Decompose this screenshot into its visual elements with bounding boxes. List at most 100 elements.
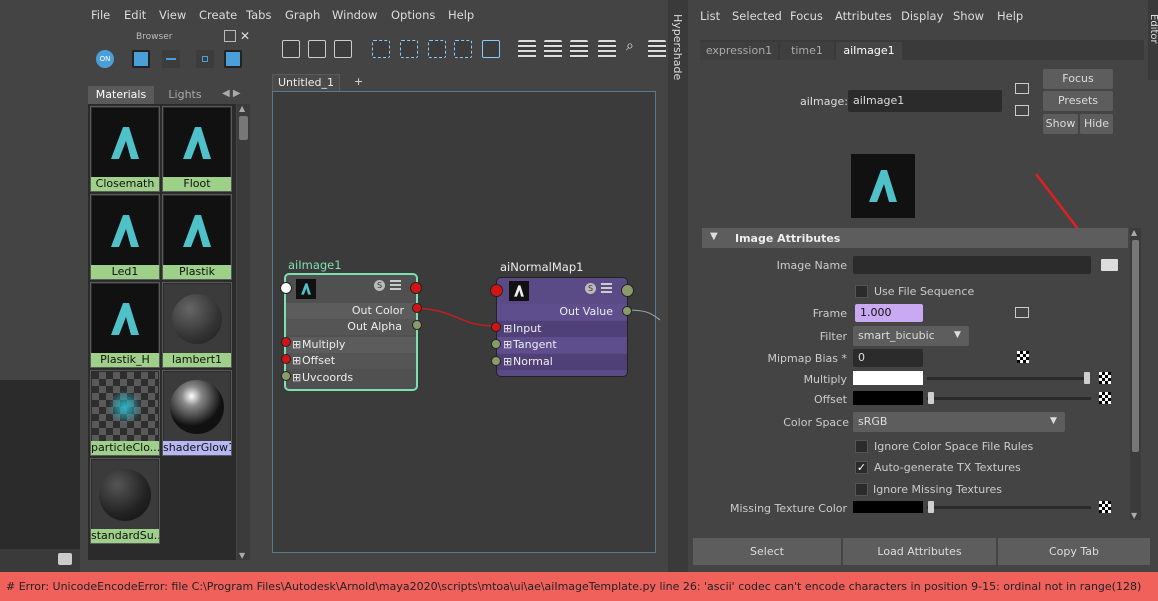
map-button-icon[interactable] — [1099, 501, 1111, 513]
tab-expression1[interactable]: expression1 — [700, 42, 778, 60]
focus-input-icon[interactable] — [1015, 83, 1029, 94]
menu-window[interactable]: Window — [332, 8, 377, 22]
ailmage-output-port[interactable] — [410, 282, 422, 294]
ae-menu-focus[interactable]: Focus — [790, 9, 823, 23]
add-tab-button[interactable]: + — [354, 75, 363, 88]
solo-badge-icon[interactable]: S — [374, 280, 385, 291]
out-value-port[interactable] — [622, 306, 632, 316]
input-connections-icon[interactable] — [482, 40, 500, 58]
menu-create[interactable]: Create — [199, 8, 237, 22]
tab-ailmage1[interactable]: aiImage1 — [836, 42, 902, 60]
swatch-particlecloud[interactable]: particleClo... — [90, 370, 160, 456]
search-icon[interactable]: ⌕ — [626, 38, 634, 54]
missing-texture-slider-handle[interactable] — [928, 501, 934, 513]
menu-options[interactable]: Options — [391, 8, 435, 22]
offset-slider-handle[interactable] — [928, 392, 934, 404]
copy-tab-button[interactable]: Copy Tab — [998, 538, 1150, 565]
uvcoords-port[interactable] — [281, 371, 291, 381]
frame-keyframe-icon[interactable] — [1015, 307, 1029, 318]
solo-badge-icon[interactable]: S — [585, 283, 596, 294]
presets-button[interactable]: Presets — [1043, 91, 1113, 111]
normalmap-output-port[interactable] — [621, 284, 634, 297]
browser-scrollbar[interactable]: ▲ ▼ — [237, 104, 250, 560]
map-button-icon[interactable] — [1099, 392, 1111, 404]
map-button-icon[interactable] — [1017, 351, 1029, 363]
missing-texture-slider[interactable] — [927, 506, 1091, 509]
focus-button[interactable]: Focus — [1043, 69, 1113, 89]
tab-materials[interactable]: Materials — [88, 86, 154, 104]
node-mode-icon[interactable] — [601, 283, 612, 294]
multiply-color-swatch[interactable] — [853, 371, 923, 385]
ae-menu-show[interactable]: Show — [953, 9, 984, 23]
swatch-shaderglow1[interactable]: shaderGlow1 — [162, 370, 232, 456]
tab-untitled-1[interactable]: Untitled_1 — [272, 74, 340, 92]
image-attributes-header[interactable]: ▼ Image Attributes — [702, 228, 1128, 248]
simple-mode-icon[interactable] — [518, 40, 536, 58]
swatch-plastik-h[interactable]: Plastik_H — [90, 282, 160, 368]
missing-texture-color-swatch[interactable] — [853, 501, 923, 513]
filter-dropdown[interactable]: smart_bicubic — [853, 326, 969, 346]
graph-btn-icon[interactable] — [282, 40, 300, 58]
offset-slider[interactable] — [927, 397, 1091, 400]
ailmage-node[interactable]: S Out Color Out Alpha ⊞ Multiply ⊞ Offset … — [284, 273, 418, 391]
ae-menu-selected[interactable]: Selected — [732, 9, 782, 23]
normalmap-input-port[interactable] — [490, 284, 503, 297]
full-mode-icon[interactable] — [570, 40, 588, 58]
image-name-field[interactable] — [853, 256, 1091, 274]
frame-field[interactable]: 1.000 — [855, 304, 923, 322]
folder-icon[interactable] — [1101, 259, 1118, 271]
graph-layout-icon[interactable] — [428, 40, 446, 58]
select-button[interactable]: Select — [693, 538, 841, 565]
ae-menu-list[interactable]: List — [700, 9, 720, 23]
autogen-tx-checkbox[interactable]: ✓ — [855, 461, 868, 474]
node-mode-icon[interactable] — [390, 280, 401, 291]
graph-btn-icon[interactable] — [308, 40, 326, 58]
small-icon[interactable] — [196, 50, 214, 68]
swatch-plastik[interactable]: Plastik — [162, 194, 232, 280]
ae-menu-help[interactable]: Help — [997, 9, 1023, 23]
ignore-colorspace-rules-checkbox[interactable] — [855, 440, 868, 453]
multiply-slider-handle[interactable] — [1084, 372, 1090, 384]
ailmage-input-port[interactable] — [280, 282, 292, 294]
close-panel-icon[interactable]: ✕ — [240, 29, 250, 43]
menu-file[interactable]: File — [91, 8, 110, 22]
offset-color-swatch[interactable] — [853, 391, 923, 405]
menu-edit[interactable]: Edit — [124, 8, 146, 22]
menu-tabs[interactable]: Tabs — [246, 8, 271, 22]
swatch-led1[interactable]: Led1 — [90, 194, 160, 280]
swatch-floot[interactable]: Floot — [162, 106, 232, 192]
out-alpha-port[interactable] — [412, 320, 422, 330]
hide-button[interactable]: Hide — [1080, 114, 1113, 134]
graph-btn-icon[interactable] — [334, 40, 352, 58]
focus-output-icon[interactable] — [1015, 105, 1029, 116]
tab-time1[interactable]: time1 — [780, 42, 834, 60]
use-file-sequence-checkbox[interactable] — [855, 285, 868, 298]
multiply-slider[interactable] — [927, 377, 1087, 380]
multiply-port[interactable] — [281, 337, 291, 347]
map-button-icon[interactable] — [1099, 372, 1111, 384]
frame-all-icon[interactable] — [372, 40, 390, 58]
out-color-port[interactable] — [412, 303, 422, 313]
on-toggle-icon[interactable]: ON — [96, 50, 114, 68]
show-button[interactable]: Show — [1043, 114, 1078, 134]
connected-mode-icon[interactable] — [544, 40, 562, 58]
sphere-view-icon[interactable] — [132, 50, 150, 68]
graph-settings-icon[interactable] — [648, 40, 666, 58]
offset-port[interactable] — [281, 354, 291, 364]
ae-menu-attributes[interactable]: Attributes — [835, 9, 892, 23]
node-name-field[interactable]: aiImage1 — [848, 90, 1002, 112]
swatch-closemath[interactable]: Closemath — [90, 106, 160, 192]
tab-scroll-arrows-icon[interactable]: ◀ ▶ — [222, 88, 241, 99]
menu-help[interactable]: Help — [448, 8, 474, 22]
list-view-icon[interactable] — [162, 50, 180, 68]
load-attributes-button[interactable]: Load Attributes — [843, 538, 996, 565]
menu-graph[interactable]: Graph — [285, 8, 320, 22]
large-icon[interactable] — [224, 50, 242, 68]
camera-icon[interactable] — [58, 553, 72, 565]
ignore-missing-textures-checkbox[interactable] — [855, 483, 868, 496]
input-port[interactable] — [491, 322, 501, 332]
attribute-editor-side-tab[interactable]: Attribute Editor — [1148, 0, 1158, 80]
tab-lights[interactable]: Lights — [154, 86, 216, 104]
graph-nodes-icon[interactable] — [454, 40, 472, 58]
swatch-standardsurface[interactable]: standardSu... — [90, 458, 160, 544]
